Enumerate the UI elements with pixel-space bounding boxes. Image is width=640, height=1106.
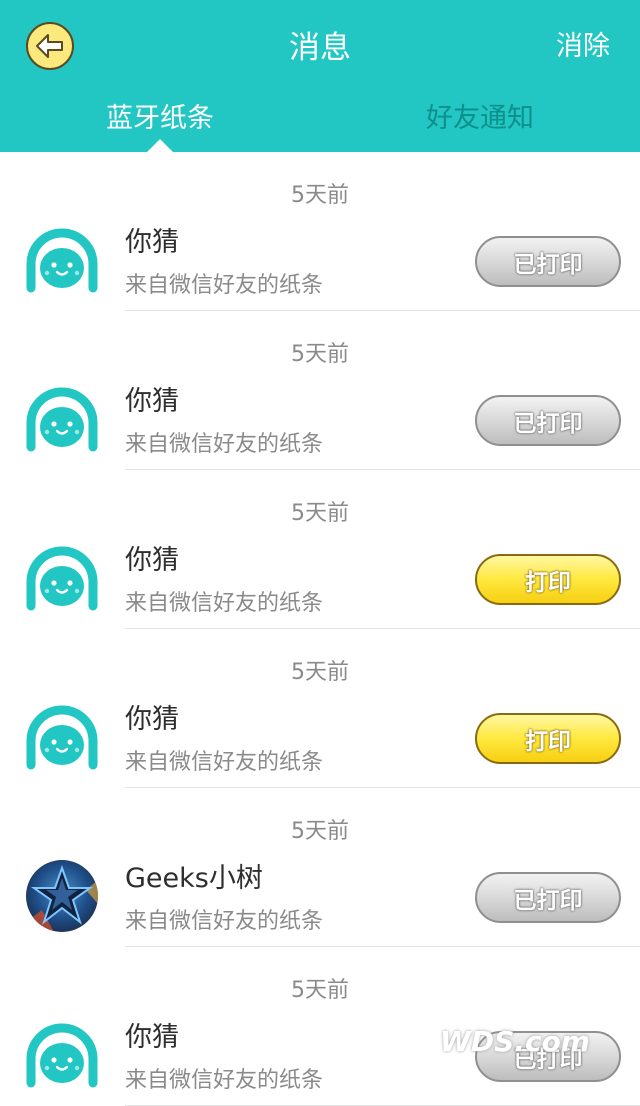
message-source: 来自微信好友的纸条 — [125, 273, 324, 298]
message-list: 5天前 你猜 来自微信好友的纸条 已打印 5天前 你猜 来自微信好友的纸条 已打印 5天前 … — [0, 152, 640, 1106]
sender-name: Geeks小树 — [125, 863, 263, 894]
sender-name: 你猜 — [125, 545, 179, 576]
clear-button[interactable]: 消除 — [556, 30, 610, 64]
message-item[interactable]: 5天前 你猜来自微信好友的纸条 打印 — [0, 629, 640, 788]
default-face-avatar[interactable] — [26, 383, 98, 455]
printed-button[interactable]: 已打印 — [475, 872, 621, 923]
tab-indicator — [147, 139, 173, 152]
default-face-avatar[interactable] — [26, 1019, 98, 1091]
default-face-avatar[interactable] — [26, 542, 98, 614]
message-time: 5天前 — [291, 819, 349, 844]
message-source: 来自微信好友的纸条 — [125, 909, 324, 934]
message-item[interactable]: 5天前 你猜来自微信好友的纸条 已打印 — [0, 311, 640, 470]
message-source: 来自微信好友的纸条 — [125, 1068, 324, 1093]
default-face-avatar[interactable] — [26, 224, 98, 296]
sender-name: 你猜 — [125, 704, 179, 735]
default-face-avatar[interactable] — [26, 701, 98, 773]
message-time: 5天前 — [291, 978, 349, 1003]
message-item[interactable]: 5天前 你猜来自微信好友的纸条 打印 — [0, 470, 640, 629]
tab-friend-notifications[interactable]: 好友通知 — [320, 100, 640, 138]
message-item[interactable]: 5天前 Geeks小树来自微信好友的纸条 已打印 — [0, 788, 640, 947]
page-title: 消息 — [289, 30, 351, 66]
message-time: 5天前 — [291, 342, 349, 367]
watermark: WDS.com — [440, 1025, 590, 1058]
print-button[interactable]: 打印 — [475, 554, 621, 605]
message-source: 来自微信好友的纸条 — [125, 750, 324, 775]
sender-name: 你猜 — [125, 227, 179, 258]
message-item[interactable]: 5天前 你猜来自微信好友的纸条 已打印 — [0, 152, 640, 311]
message-time: 5天前 — [291, 501, 349, 526]
sender-name: 你猜 — [125, 386, 179, 417]
printed-button[interactable]: 已打印 — [475, 395, 621, 446]
message-source: 来自微信好友的纸条 — [125, 591, 324, 616]
star-photo-avatar[interactable] — [26, 860, 98, 932]
message-source: 来自微信好友的纸条 — [125, 432, 324, 457]
print-button[interactable]: 打印 — [475, 713, 621, 764]
tab-bluetooth-notes[interactable]: 蓝牙纸条 — [0, 100, 320, 138]
message-time: 5天前 — [291, 183, 349, 208]
printed-button[interactable]: 已打印 — [475, 236, 621, 287]
sender-name: 你猜 — [125, 1022, 179, 1053]
header-bar: 消息 消除 蓝牙纸条 好友通知 — [0, 0, 640, 152]
message-time: 5天前 — [291, 660, 349, 685]
